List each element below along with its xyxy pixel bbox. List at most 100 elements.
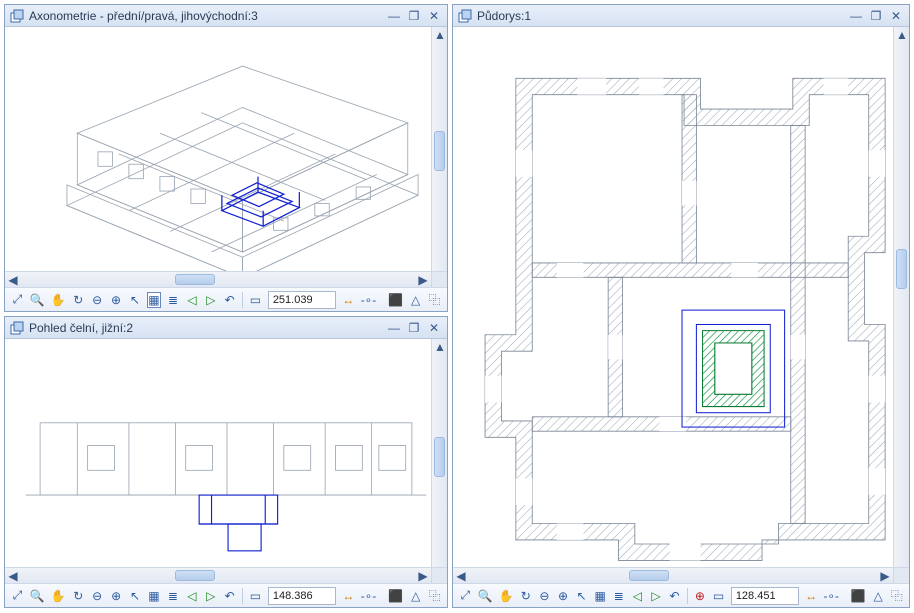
scrollbar-vertical[interactable]: ▲ ▼	[893, 27, 909, 583]
scroll-thumb-v[interactable]	[434, 437, 445, 477]
measure-input-front[interactable]	[268, 587, 336, 605]
undo-icon[interactable]: ↶	[668, 588, 681, 604]
viewport-plan[interactable]: ▲ ▼ ◀ ▶	[453, 27, 909, 583]
measure-input-plan[interactable]	[731, 587, 799, 605]
triangle-icon[interactable]: △	[872, 588, 885, 604]
scroll-right-icon[interactable]: ▶	[416, 569, 430, 583]
layers-icon[interactable]: ≣	[167, 292, 180, 308]
layers-icon[interactable]: ≣	[166, 588, 179, 604]
magnifier-icon[interactable]: 🔍	[30, 588, 45, 604]
scroll-up-icon[interactable]: ▲	[895, 28, 909, 42]
scroll-corner	[431, 271, 447, 287]
drawing-plan	[453, 27, 909, 583]
page-icon[interactable]: ▭	[249, 292, 262, 308]
refresh-icon[interactable]: ↻	[72, 292, 85, 308]
close-button[interactable]: ✕	[425, 8, 443, 24]
pan-icon[interactable]: ✋	[51, 588, 66, 604]
close-button[interactable]: ✕	[887, 8, 905, 24]
scroll-right-icon[interactable]: ▶	[416, 273, 430, 287]
next-view-icon[interactable]: ▷	[204, 292, 217, 308]
restore-button[interactable]: ❐	[405, 8, 423, 24]
viewport-front[interactable]: ▲ ▼ ◀ ▶	[5, 339, 447, 583]
target-icon[interactable]: ⊕	[694, 588, 707, 604]
next-view-icon[interactable]: ▷	[204, 588, 217, 604]
undo-icon[interactable]: ↶	[223, 292, 236, 308]
zoom-in-icon[interactable]: ⊕	[557, 588, 570, 604]
undo-icon[interactable]: ↶	[223, 588, 236, 604]
zoom-out-icon[interactable]: ⊖	[538, 588, 551, 604]
chain-icon[interactable]: -∘-	[361, 588, 377, 604]
scrollbar-vertical[interactable]: ▲ ▼	[431, 339, 447, 583]
measure-input-axo[interactable]	[268, 291, 336, 309]
scroll-thumb-v[interactable]	[896, 249, 907, 289]
scroll-right-icon[interactable]: ▶	[878, 569, 892, 583]
titlebar-plan[interactable]: Půdorys:1 — ❐ ✕	[453, 5, 909, 27]
next-view-icon[interactable]: ▷	[650, 588, 663, 604]
scroll-thumb-h[interactable]	[175, 274, 215, 285]
restore-button[interactable]: ❐	[405, 320, 423, 336]
prev-view-icon[interactable]: ◁	[185, 588, 198, 604]
scrollbar-horizontal[interactable]: ◀ ▶	[5, 567, 431, 583]
minimize-button[interactable]: —	[385, 320, 403, 336]
iso-cube-icon[interactable]: ⬛	[851, 588, 866, 604]
zoom-window-icon[interactable]: ⤢	[11, 588, 24, 604]
scroll-thumb-v[interactable]	[434, 131, 445, 171]
minimize-button[interactable]: —	[847, 8, 865, 24]
select-box-icon[interactable]: ▦	[594, 588, 607, 604]
titlebar-axo[interactable]: Axonometrie - přední/pravá, jihovýchodní…	[5, 5, 447, 27]
zoom-out-icon[interactable]: ⊖	[91, 588, 104, 604]
copy-view-icon[interactable]: ⿻	[428, 292, 441, 308]
pan-icon[interactable]: ✋	[51, 292, 66, 308]
page-icon[interactable]: ▭	[249, 588, 262, 604]
magnifier-icon[interactable]: 🔍	[30, 292, 45, 308]
scrollbar-horizontal[interactable]: ◀ ▶	[5, 271, 431, 287]
chain-icon[interactable]: -∘-	[361, 292, 377, 308]
flip-icon[interactable]: ↔	[342, 588, 355, 604]
flip-icon[interactable]: ↔	[805, 588, 818, 604]
scrollbar-horizontal[interactable]: ◀ ▶	[453, 567, 893, 583]
prev-view-icon[interactable]: ◁	[631, 588, 644, 604]
triangle-icon[interactable]: △	[409, 588, 422, 604]
pointer-back-icon[interactable]: ↖	[129, 588, 142, 604]
prev-view-icon[interactable]: ◁	[186, 292, 199, 308]
layers-icon[interactable]: ≣	[612, 588, 625, 604]
chain-icon[interactable]: -∘-	[823, 588, 839, 604]
scroll-thumb-h[interactable]	[629, 570, 669, 581]
scroll-up-icon[interactable]: ▲	[433, 340, 447, 354]
select-box-icon[interactable]: ▦	[147, 292, 160, 308]
scroll-left-icon[interactable]: ◀	[6, 273, 20, 287]
scroll-thumb-h[interactable]	[175, 570, 215, 581]
separator	[242, 292, 243, 308]
scroll-left-icon[interactable]: ◀	[454, 569, 468, 583]
copy-view-icon[interactable]: ⿻	[890, 588, 903, 604]
minimize-button[interactable]: —	[385, 8, 403, 24]
zoom-window-icon[interactable]: ⤢	[459, 588, 472, 604]
select-box-icon[interactable]: ▦	[148, 588, 161, 604]
separator	[242, 588, 243, 604]
scroll-left-icon[interactable]: ◀	[6, 569, 20, 583]
pointer-back-icon[interactable]: ↖	[575, 588, 588, 604]
page-icon[interactable]: ▭	[712, 588, 725, 604]
pan-icon[interactable]: ✋	[499, 588, 514, 604]
flip-icon[interactable]: ↔	[342, 292, 355, 308]
triangle-icon[interactable]: △	[409, 292, 422, 308]
zoom-out-icon[interactable]: ⊖	[91, 292, 104, 308]
iso-cube-icon[interactable]: ⬛	[388, 588, 403, 604]
magnifier-icon[interactable]: 🔍	[478, 588, 493, 604]
scroll-up-icon[interactable]: ▲	[433, 28, 447, 42]
copy-view-icon[interactable]: ⿻	[428, 588, 441, 604]
panel-axonometric: Axonometrie - přední/pravá, jihovýchodní…	[4, 4, 448, 312]
zoom-in-icon[interactable]: ⊕	[110, 588, 123, 604]
pointer-back-icon[interactable]: ↖	[128, 292, 141, 308]
titlebar-front[interactable]: Pohled čelní, jižní:2 — ❐ ✕	[5, 317, 447, 339]
zoom-window-icon[interactable]: ⤢	[11, 292, 24, 308]
refresh-icon[interactable]: ↻	[520, 588, 533, 604]
title-front: Pohled čelní, jižní:2	[29, 321, 383, 335]
restore-button[interactable]: ❐	[867, 8, 885, 24]
zoom-in-icon[interactable]: ⊕	[110, 292, 123, 308]
scrollbar-vertical[interactable]: ▲ ▼	[431, 27, 447, 287]
viewport-axo[interactable]: ▲ ▼ ◀ ▶	[5, 27, 447, 287]
refresh-icon[interactable]: ↻	[72, 588, 85, 604]
iso-cube-icon[interactable]: ⬛	[388, 292, 403, 308]
close-button[interactable]: ✕	[425, 320, 443, 336]
